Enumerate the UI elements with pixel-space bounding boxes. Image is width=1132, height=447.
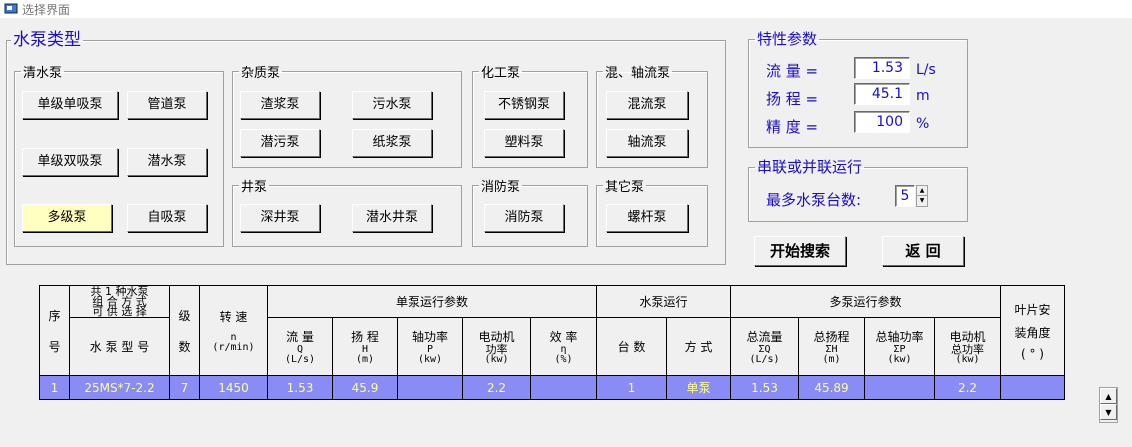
single-pump-header: 单泵运行参数 <box>267 285 597 318</box>
cell-efficiency[interactable] <box>530 375 597 400</box>
clear-water-legend: 清水泵 <box>23 66 63 81</box>
btn-mixed-flow-pump[interactable]: 混流泵 <box>606 91 688 119</box>
spin-up-icon[interactable]: ▲ <box>917 186 927 196</box>
precision-input[interactable]: 100 <box>854 111 910 133</box>
spin-down-icon[interactable]: ▼ <box>917 196 927 206</box>
col-mode-header: 方 式 <box>666 317 731 376</box>
scroll-up-icon[interactable]: ▲ <box>1100 388 1117 404</box>
chemical-legend: 化工泵 <box>481 66 521 81</box>
results-table: 序号 共 1 种水泵组 合 方 式可 供 选 择 级数 转 速 n (r/min) … <box>39 285 1065 400</box>
head-label: 扬 程 = <box>766 90 819 108</box>
cell-count[interactable]: 1 <box>596 375 667 400</box>
precision-label: 精 度 = <box>766 118 819 136</box>
cell-seq[interactable]: 1 <box>39 375 70 400</box>
col-stage-header: 级数 <box>169 285 200 376</box>
back-button[interactable]: 返 回 <box>882 236 964 266</box>
table-scrollbar[interactable]: ▲ ▼ <box>1099 387 1118 423</box>
btn-sewage-pump[interactable]: 污水泵 <box>352 91 432 119</box>
pump-type-legend: 水泵类型 <box>13 30 81 50</box>
cell-stage[interactable]: 7 <box>169 375 200 400</box>
btn-axial-flow-pump[interactable]: 轴流泵 <box>606 129 688 157</box>
cell-mode[interactable]: 单泵 <box>666 375 731 400</box>
col-total-flow-header: 总流量 ΣQ (L/s) <box>730 317 799 376</box>
btn-self-priming-pump[interactable]: 自吸泵 <box>127 204 207 232</box>
table-row[interactable]: 1 25MS*7-2.2 7 1450 1.53 45.9 2.2 1 单泵 1… <box>39 375 1065 400</box>
col-total-motor-header: 电动机 总功率 (kw) <box>934 317 1001 376</box>
btn-fire-pump[interactable]: 消防泵 <box>484 204 564 232</box>
impurity-legend: 杂质泵 <box>241 66 281 81</box>
col-head-header: 扬 程 H (m) <box>332 317 398 376</box>
col-total-shaft-header: 总轴功率 ΣP (kw) <box>864 317 935 376</box>
btn-stainless-pump[interactable]: 不锈钢泵 <box>484 91 564 119</box>
btn-submersible-well-pump[interactable]: 潜水井泵 <box>352 204 432 232</box>
btn-deep-well-pump[interactable]: 深井泵 <box>240 204 320 232</box>
col-model-header: 水 泵 型 号 <box>69 317 170 376</box>
col-flow-header: 流 量 Q (L/s) <box>267 317 333 376</box>
series-parallel-legend: 串联或并联运行 <box>757 158 863 176</box>
cell-total-shaft[interactable] <box>864 375 935 400</box>
cell-head[interactable]: 45.9 <box>332 375 398 400</box>
mixed-axial-legend: 混、轴流泵 <box>605 66 671 81</box>
cell-flow[interactable]: 1.53 <box>267 375 333 400</box>
other-legend: 其它泵 <box>605 180 645 195</box>
cell-total-flow[interactable]: 1.53 <box>730 375 799 400</box>
precision-unit: % <box>916 116 930 132</box>
col-blade-header: 叶片安 装角度( ° ) <box>1000 285 1065 376</box>
head-unit: m <box>916 88 930 104</box>
col-total-head-header: 总扬程 ΣH (m) <box>798 317 865 376</box>
start-search-button[interactable]: 开始搜索 <box>754 236 846 266</box>
cell-model[interactable]: 25MS*7-2.2 <box>69 375 170 400</box>
btn-multistage-pump[interactable]: 多级泵 <box>22 204 112 232</box>
btn-pipeline-pump[interactable]: 管道泵 <box>127 91 207 119</box>
flow-unit: L/s <box>916 62 936 78</box>
btn-single-stage-double-suction[interactable]: 单级双吸泵 <box>22 148 118 176</box>
params-legend: 特性参数 <box>757 30 818 48</box>
col-shaft-power-header: 轴功率 P (kw) <box>397 317 463 376</box>
max-pump-count-input[interactable]: 5 <box>895 185 915 207</box>
btn-single-stage-single-suction[interactable]: 单级单吸泵 <box>22 91 118 119</box>
cell-speed[interactable]: 1450 <box>199 375 268 400</box>
max-pump-count-label: 最多水泵台数: <box>766 191 862 209</box>
cell-total-head[interactable]: 45.89 <box>798 375 865 400</box>
col-efficiency-header: 效 率 η (%) <box>530 317 597 376</box>
cell-total-motor[interactable]: 2.2 <box>934 375 1001 400</box>
btn-pulp-pump[interactable]: 纸浆泵 <box>352 129 432 157</box>
window-title: 选择界面 <box>22 2 71 17</box>
flow-input[interactable]: 1.53 <box>854 57 910 79</box>
fire-legend: 消防泵 <box>481 180 521 195</box>
col-count-header: 台 数 <box>596 317 667 376</box>
btn-submersible-pump[interactable]: 潜水泵 <box>127 148 207 176</box>
btn-plastic-pump[interactable]: 塑料泵 <box>484 129 564 157</box>
cell-motor-power[interactable]: 2.2 <box>462 375 531 400</box>
multi-pump-header: 多泵运行参数 <box>730 285 1001 318</box>
pump-count-spinner[interactable]: ▲ ▼ <box>916 185 928 207</box>
col-motor-power-header: 电动机 功率 (kw) <box>462 317 531 376</box>
well-legend: 井泵 <box>241 180 268 195</box>
app-icon <box>4 3 18 14</box>
scroll-down-icon[interactable]: ▼ <box>1100 404 1117 420</box>
col-seq-header: 序号 <box>39 285 70 376</box>
btn-screw-pump[interactable]: 螺杆泵 <box>606 204 688 232</box>
btn-slurry-pump[interactable]: 渣浆泵 <box>240 91 320 119</box>
pump-run-header: 水泵运行 <box>596 285 731 318</box>
head-input[interactable]: 45.1 <box>854 83 910 105</box>
col-speed-header: 转 速 n (r/min) <box>199 285 268 376</box>
title-bar: 选择界面 <box>0 0 1132 18</box>
cell-blade-angle[interactable] <box>1000 375 1065 400</box>
col-combo-header: 共 1 种水泵组 合 方 式可 供 选 择 <box>69 285 170 318</box>
flow-label: 流 量 = <box>766 62 819 80</box>
btn-submersible-sewage-pump[interactable]: 潜污泵 <box>240 129 320 157</box>
cell-shaft-power[interactable] <box>397 375 463 400</box>
